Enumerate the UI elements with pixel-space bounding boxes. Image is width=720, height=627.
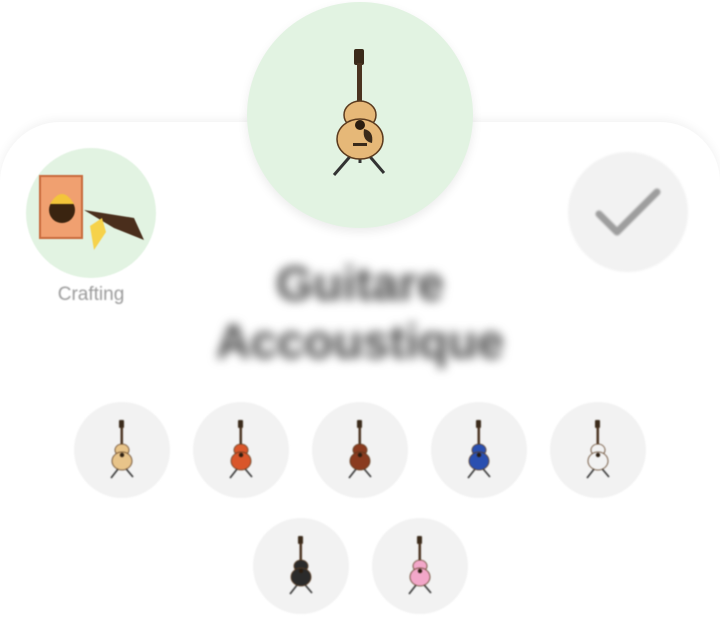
variant-row <box>0 402 720 498</box>
guitar-variant-icon <box>348 420 372 479</box>
guitar-variant-icon <box>407 536 432 595</box>
checkmark-icon <box>595 188 661 236</box>
variant-button[interactable] <box>74 402 170 498</box>
variant-button[interactable] <box>371 518 468 614</box>
diy-recipe-screen: Crafting Guitare Accoustique <box>0 0 720 627</box>
guitar-variant-icon <box>229 420 253 479</box>
variant-button[interactable] <box>252 518 349 614</box>
guitar-variant-icon <box>586 420 610 479</box>
guitar-variant-icon <box>467 420 491 479</box>
guitar-variant-icon <box>110 420 134 479</box>
acoustic-guitar-icon <box>332 49 386 176</box>
confirm-button[interactable] <box>568 152 688 272</box>
variant-grid <box>0 402 720 614</box>
variant-row <box>0 518 720 614</box>
category-label: Crafting <box>57 284 125 305</box>
guitar-variant-icon <box>288 536 313 595</box>
variant-button[interactable] <box>431 402 527 498</box>
variant-button[interactable] <box>193 402 289 498</box>
item-preview <box>247 2 473 228</box>
category-crafting: Crafting <box>26 148 156 306</box>
variant-button[interactable] <box>550 402 646 498</box>
crafting-icon <box>39 175 144 250</box>
item-title: Guitare Accoustique <box>215 258 505 369</box>
variant-button[interactable] <box>312 402 408 498</box>
category-icon-circle <box>26 148 156 278</box>
